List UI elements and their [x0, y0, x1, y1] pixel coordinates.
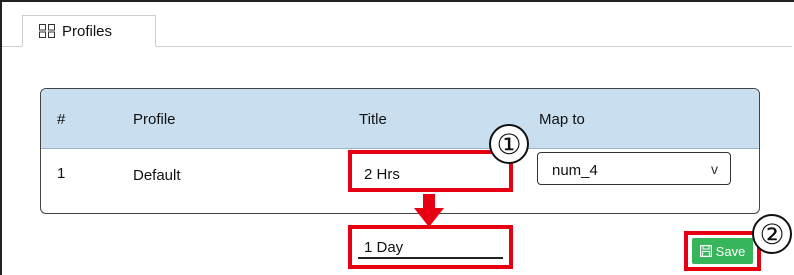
- header-profile: Profile: [133, 111, 176, 128]
- table-header: # Profile Title Map to: [41, 89, 759, 149]
- title-input[interactable]: [352, 154, 509, 188]
- tab-bar: Profiles: [2, 2, 792, 47]
- map-to-select[interactable]: num_4 v: [537, 152, 731, 185]
- header-title: Title: [359, 111, 387, 128]
- header-index: #: [57, 111, 66, 128]
- grid-icon: [39, 24, 55, 38]
- tab-profiles[interactable]: Profiles: [22, 15, 156, 47]
- callout-1: ①: [489, 124, 529, 164]
- new-title-input-highlight: [348, 225, 513, 269]
- save-button[interactable]: Save: [692, 238, 753, 264]
- row-profile: Default: [133, 167, 181, 184]
- tab-label: Profiles: [62, 22, 113, 40]
- callout-2: ②: [752, 214, 792, 254]
- floppy-disk-icon: [699, 245, 712, 257]
- chevron-down-icon: v: [711, 161, 718, 177]
- title-input-highlight: [348, 150, 513, 192]
- new-title-input[interactable]: [352, 229, 509, 265]
- save-label: Save: [715, 243, 746, 259]
- row-index: 1: [57, 165, 66, 182]
- arrow-down-icon: [414, 194, 444, 227]
- save-button-highlight: Save: [684, 231, 761, 271]
- header-map-to: Map to: [539, 111, 585, 128]
- map-to-value: num_4: [552, 162, 598, 179]
